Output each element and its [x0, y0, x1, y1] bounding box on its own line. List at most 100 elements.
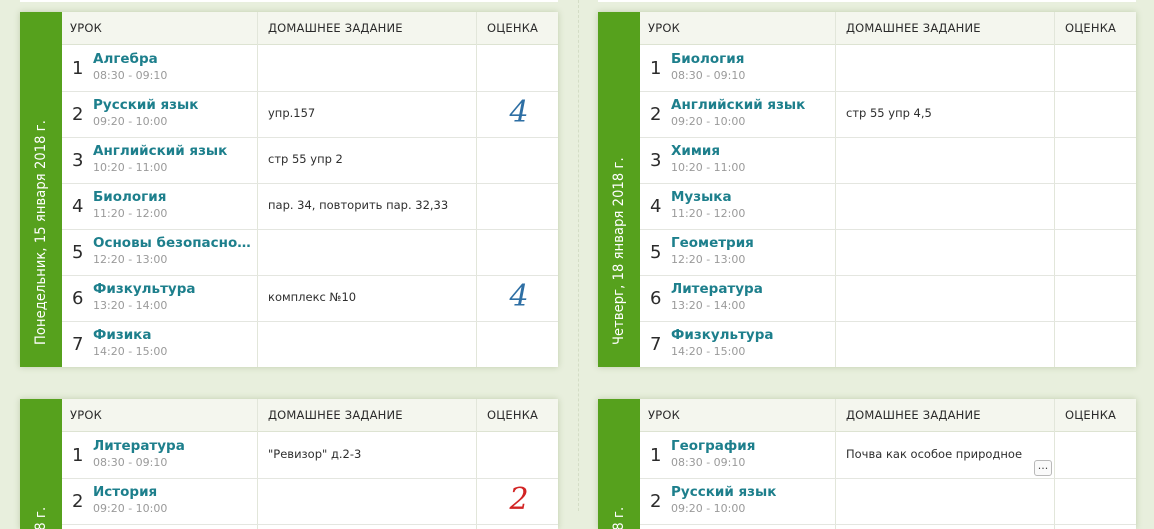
- day-label-bar: 18 г.: [20, 399, 62, 529]
- table-row[interactable]: 2 Русский язык 09:20 - 10:00 упр.157 4: [62, 91, 558, 138]
- lesson-time: 13:20 - 14:00: [671, 299, 746, 312]
- table-row[interactable]: 1 География 08:30 - 09:10 Почва как особ…: [640, 432, 1136, 479]
- lessons-table: УРОК ДОМАШНЕЕ ЗАДАНИЕ ОЦЕНКА 1 Биология …: [640, 12, 1136, 367]
- lesson-subject-link[interactable]: Химия: [671, 143, 720, 159]
- table-header: УРОК ДОМАШНЕЕ ЗАДАНИЕ ОЦЕНКА: [62, 12, 558, 45]
- header-homework: ДОМАШНЕЕ ЗАДАНИЕ: [846, 408, 981, 422]
- grade-mark[interactable]: 4: [479, 95, 558, 130]
- lesson-number: 3: [650, 150, 662, 171]
- lesson-time: 10:20 - 11:00: [671, 161, 746, 174]
- lesson-subject-link[interactable]: География: [671, 438, 755, 454]
- lesson-subject-link[interactable]: Русский язык: [93, 97, 198, 113]
- lesson-subject-link[interactable]: Английский язык: [671, 97, 805, 113]
- header-homework: ДОМАШНЕЕ ЗАДАНИЕ: [268, 21, 403, 35]
- homework-text: стр 55 упр 2: [268, 152, 343, 166]
- lesson-number: 3: [72, 150, 84, 171]
- lesson-subject-link[interactable]: Геометрия: [671, 235, 754, 251]
- day-card-thursday: Четверг, 18 января 2018 г. УРОК ДОМАШНЕЕ…: [598, 12, 1136, 367]
- lesson-time: 10:20 - 11:00: [93, 161, 168, 174]
- lesson-number: 1: [650, 58, 662, 79]
- table-row[interactable]: 2 История 09:20 - 10:00 2: [62, 478, 558, 525]
- lesson-time: 09:20 - 10:00: [93, 115, 168, 128]
- lesson-subject-link[interactable]: История: [93, 484, 157, 500]
- table-row[interactable]: 4 Биология 11:20 - 12:00 пар. 34, повтор…: [62, 183, 558, 230]
- lesson-subject-link[interactable]: Физика: [93, 327, 151, 343]
- table-row[interactable]: 6 Физкультура 13:20 - 14:00 комплекс №10…: [62, 275, 558, 322]
- header-homework: ДОМАШНЕЕ ЗАДАНИЕ: [268, 408, 403, 422]
- lesson-number: 2: [72, 491, 84, 512]
- lesson-subject-link[interactable]: Основы безопасно…: [93, 235, 251, 251]
- table-row[interactable]: 2 Русский язык 09:20 - 10:00: [640, 478, 1136, 525]
- homework-text: стр 55 упр 4,5: [846, 106, 932, 120]
- homework-text: комплекс №10: [268, 290, 357, 304]
- lessons-table: УРОК ДОМАШНЕЕ ЗАДАНИЕ ОЦЕНКА 1 Литератур…: [62, 399, 558, 529]
- lesson-number: 2: [650, 491, 662, 512]
- lesson-subject-link[interactable]: Английский язык: [93, 143, 227, 159]
- day-card: 18 г. УРОК ДОМАШНЕЕ ЗАДАНИЕ ОЦЕНКА 1 Лит…: [20, 399, 558, 529]
- homework-more-button[interactable]: ...: [1034, 460, 1052, 476]
- homework-text: Почва как особое природное: [846, 447, 1023, 461]
- lesson-time: 14:20 - 15:00: [93, 345, 168, 358]
- header-lesson: УРОК: [648, 21, 680, 35]
- table-row[interactable]: 1 Алгебра 08:30 - 09:10: [62, 45, 558, 92]
- lesson-subject-link[interactable]: Русский язык: [671, 484, 776, 500]
- table-row[interactable]: 3 Химия 10:20 - 11:00: [640, 137, 1136, 184]
- lessons-table: УРОК ДОМАШНЕЕ ЗАДАНИЕ ОЦЕНКА 1 Алгебра 0…: [62, 12, 558, 367]
- table-row[interactable]: 7 Физика 14:20 - 15:00: [62, 321, 558, 367]
- header-lesson: УРОК: [70, 21, 102, 35]
- lesson-subject-link[interactable]: Физкультура: [93, 281, 195, 297]
- lesson-number: 6: [650, 288, 662, 309]
- lesson-number: 7: [72, 334, 84, 355]
- lesson-time: 14:20 - 15:00: [671, 345, 746, 358]
- lesson-time: 08:30 - 09:10: [671, 456, 746, 469]
- header-grade: ОЦЕНКА: [1065, 21, 1117, 35]
- table-row[interactable]: 3 Английский язык 10:20 - 11:00 стр 55 у…: [62, 137, 558, 184]
- lesson-subject-link[interactable]: Алгебра: [93, 51, 158, 67]
- homework-text: пар. 34, повторить пар. 32,33: [268, 198, 449, 212]
- day-label: Четверг, 18 января 2018 г.: [611, 157, 627, 345]
- table-header: УРОК ДОМАШНЕЕ ЗАДАНИЕ ОЦЕНКА: [640, 12, 1136, 45]
- day-label: 18 г.: [611, 506, 627, 529]
- header-grade: ОЦЕНКА: [487, 21, 539, 35]
- lesson-subject-link[interactable]: Физкультура: [671, 327, 773, 343]
- table-row[interactable]: 5 Основы безопасно… 12:20 - 13:00: [62, 229, 558, 276]
- header-lesson: УРОК: [648, 408, 680, 422]
- header-grade: ОЦЕНКА: [487, 408, 539, 422]
- lesson-time: 13:20 - 14:00: [93, 299, 168, 312]
- lesson-number: 4: [650, 196, 662, 217]
- lesson-subject-link[interactable]: Биология: [93, 189, 166, 205]
- lesson-time: 09:20 - 10:00: [93, 502, 168, 515]
- grade-mark[interactable]: 4: [479, 279, 558, 314]
- lesson-time: 09:20 - 10:00: [671, 502, 746, 515]
- top-border: [0, 0, 1154, 6]
- table-row[interactable]: 6 Литература 13:20 - 14:00: [640, 275, 1136, 322]
- lesson-time: 12:20 - 13:00: [671, 253, 746, 266]
- grade-mark[interactable]: 2: [479, 482, 558, 517]
- lessons-table: УРОК ДОМАШНЕЕ ЗАДАНИЕ ОЦЕНКА 1 География…: [640, 399, 1136, 529]
- day-label-bar: Понедельник, 15 января 2018 г.: [20, 12, 62, 367]
- table-row[interactable]: 1 Биология 08:30 - 09:10: [640, 45, 1136, 92]
- header-grade: ОЦЕНКА: [1065, 408, 1117, 422]
- day-label: 18 г.: [33, 506, 49, 529]
- lesson-number: 5: [72, 242, 84, 263]
- table-row[interactable]: 7 Физкультура 14:20 - 15:00: [640, 321, 1136, 367]
- lesson-subject-link[interactable]: Литература: [671, 281, 763, 297]
- lesson-number: 2: [72, 104, 84, 125]
- table-row[interactable]: 1 Литература 08:30 - 09:10 "Ревизор" д.2…: [62, 432, 558, 479]
- table-row[interactable]: 2 Английский язык 09:20 - 10:00 стр 55 у…: [640, 91, 1136, 138]
- lesson-subject-link[interactable]: Биология: [671, 51, 744, 67]
- lesson-number: 1: [72, 58, 84, 79]
- lesson-number: 6: [72, 288, 84, 309]
- lesson-number: 4: [72, 196, 84, 217]
- lesson-time: 09:20 - 10:00: [671, 115, 746, 128]
- day-label-bar: 18 г.: [598, 399, 640, 529]
- lesson-time: 08:30 - 09:10: [671, 69, 746, 82]
- lesson-time: 08:30 - 09:10: [93, 456, 168, 469]
- table-row[interactable]: 4 Музыка 11:20 - 12:00: [640, 183, 1136, 230]
- lesson-subject-link[interactable]: Музыка: [671, 189, 732, 205]
- lesson-subject-link[interactable]: Литература: [93, 438, 185, 454]
- table-row[interactable]: 5 Геометрия 12:20 - 13:00: [640, 229, 1136, 276]
- table-header: УРОК ДОМАШНЕЕ ЗАДАНИЕ ОЦЕНКА: [62, 399, 558, 432]
- lesson-number: 5: [650, 242, 662, 263]
- homework-text: "Ревизор" д.2-3: [268, 447, 362, 461]
